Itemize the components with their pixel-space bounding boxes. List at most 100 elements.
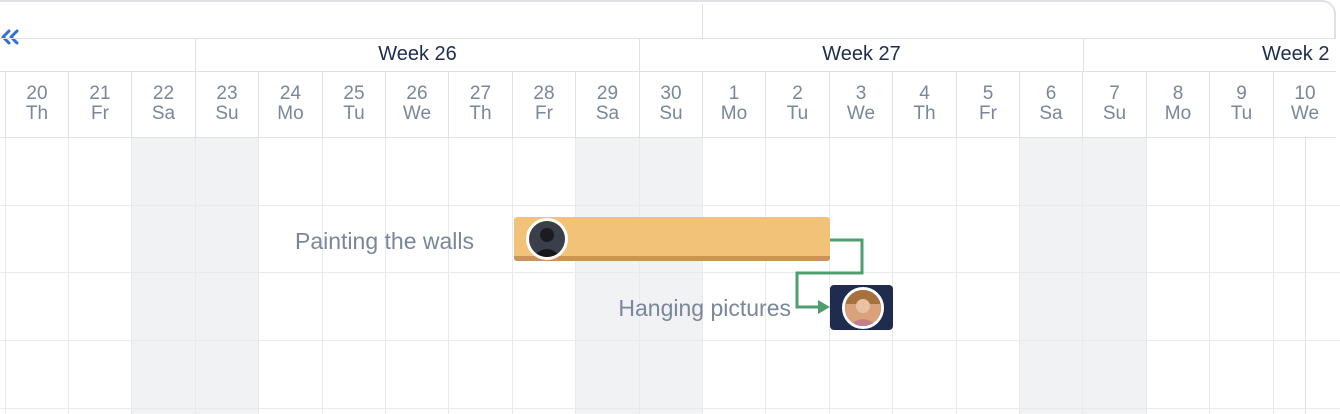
day-column [1146, 138, 1209, 414]
assignee-avatar [842, 287, 884, 329]
weekend-column [1019, 138, 1082, 414]
day-header: 6 Sa [1019, 72, 1082, 137]
row-divider [0, 408, 1340, 409]
day-column [1209, 138, 1273, 414]
day-number: 26 [406, 83, 428, 104]
day-of-week: Sa [151, 103, 176, 124]
day-of-week: Fr [979, 103, 997, 124]
day-header: 20 Th [5, 72, 68, 137]
day-number: 27 [469, 83, 492, 104]
row-divider [0, 272, 1340, 273]
day-header: 3 We [829, 72, 892, 137]
weekend-column [575, 138, 639, 414]
day-header: 10 We [1273, 72, 1336, 137]
day-number: 23 [216, 83, 238, 104]
day-column [892, 138, 956, 414]
day-of-week: We [402, 103, 432, 124]
grid-right-edge [1305, 138, 1306, 414]
user-avatar-dark-icon [529, 221, 565, 257]
day-column [956, 138, 1019, 414]
day-header: 22 Sa [131, 72, 195, 137]
day-header: 26 We [385, 72, 448, 137]
day-of-week: Tu [1230, 103, 1253, 124]
day-of-week: Th [913, 103, 936, 124]
day-of-week: Mo [277, 103, 304, 124]
day-of-week: Fr [91, 103, 109, 124]
week-header: Week 26 [195, 39, 639, 71]
day-number: 30 [660, 83, 682, 104]
weekend-column [1082, 138, 1146, 414]
day-of-week: Sa [595, 103, 620, 124]
day-of-week: Th [25, 103, 49, 124]
day-number: 24 [279, 83, 302, 104]
day-header: 2 Tu [765, 72, 829, 137]
day-number: 29 [596, 83, 619, 104]
day-column [68, 138, 131, 414]
task-label-painting: Painting the walls [295, 228, 474, 254]
day-number: 3 [855, 83, 867, 104]
day-of-week: Su [1102, 103, 1127, 124]
day-column [829, 138, 892, 414]
day-header: 21 Fr [68, 72, 131, 137]
day-number: 5 [982, 83, 994, 104]
user-avatar-light-icon [845, 290, 881, 326]
day-number: 25 [343, 83, 365, 104]
day-header: 1 Mo [702, 72, 765, 137]
day-header: 24 Mo [258, 72, 322, 137]
day-of-week: Th [469, 103, 492, 124]
row-divider [0, 340, 1340, 341]
day-of-week: Tu [786, 103, 809, 124]
gantt-chart: Week 26 Week 27 Week 2 20 Th 21 Fr 22 Sa 23 Su 2… [0, 0, 1340, 414]
day-of-week: Sa [1039, 103, 1063, 124]
day-column [702, 138, 765, 414]
week-header: Week 2 [1083, 39, 1336, 71]
day-number: 1 [728, 83, 740, 104]
day-of-week: Tu [343, 103, 365, 124]
day-number: 6 [1045, 83, 1057, 104]
weekend-column [639, 138, 702, 414]
day-column [765, 138, 829, 414]
day-number: 20 [26, 83, 48, 104]
week-header: Week 27 [639, 39, 1083, 71]
day-column [448, 138, 512, 414]
day-number: 10 [1294, 83, 1316, 104]
day-header: 30 Su [639, 72, 702, 137]
day-header-row: 20 Th 21 Fr 22 Sa 23 Su 24 Mo 25 Tu 26 We 27 Th 28 Fr 29 Sa… [0, 72, 1336, 138]
day-header: 4 Th [892, 72, 956, 137]
day-number: 9 [1236, 83, 1247, 104]
day-column [512, 138, 575, 414]
day-column [385, 138, 448, 414]
day-of-week: Su [659, 103, 683, 124]
task-bar-hanging[interactable] [830, 285, 893, 330]
day-number: 7 [1109, 83, 1120, 104]
day-column [5, 138, 68, 414]
day-header: 28 Fr [512, 72, 575, 137]
day-column [322, 138, 385, 414]
weekend-column [131, 138, 195, 414]
day-header: 27 Th [448, 72, 512, 137]
timeline-top-bar [0, 0, 1336, 38]
day-header: 29 Sa [575, 72, 639, 137]
day-header: 7 Su [1082, 72, 1146, 137]
day-number: 22 [152, 83, 175, 104]
day-number: 2 [792, 83, 803, 104]
day-of-week: Fr [535, 103, 553, 124]
day-of-week: Mo [720, 103, 748, 124]
day-of-week: We [846, 103, 876, 124]
week-header-row: Week 26 Week 27 Week 2 [0, 38, 1336, 72]
task-bar-painting[interactable] [514, 217, 830, 261]
timeline-grid [0, 138, 1340, 414]
task-label-hanging: Hanging pictures [618, 295, 791, 321]
day-header: 8 Mo [1146, 72, 1209, 137]
day-header: 9 Tu [1209, 72, 1273, 137]
day-number: 8 [1172, 83, 1184, 104]
assignee-avatar [526, 218, 568, 260]
day-header: 5 Fr [956, 72, 1019, 137]
day-number: 21 [89, 83, 111, 104]
day-column [258, 138, 322, 414]
day-header: 25 Tu [322, 72, 385, 137]
day-of-week: Mo [1164, 103, 1192, 124]
day-number: 4 [919, 83, 930, 104]
day-of-week: Su [215, 103, 239, 124]
day-of-week: We [1290, 103, 1320, 124]
